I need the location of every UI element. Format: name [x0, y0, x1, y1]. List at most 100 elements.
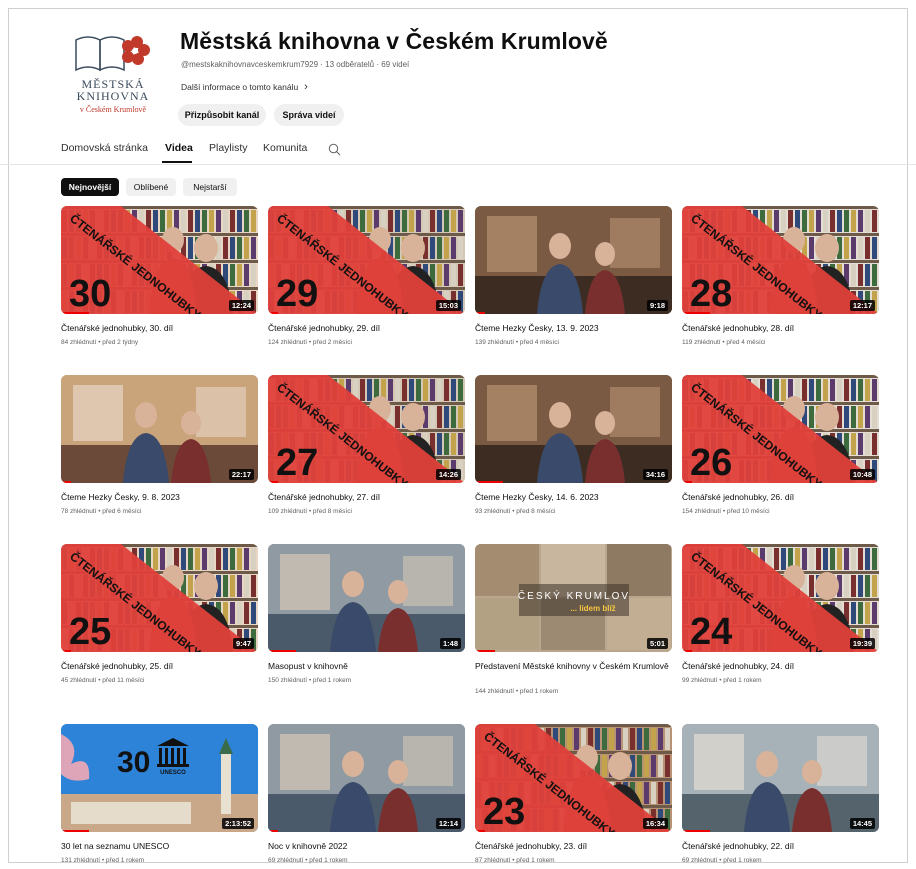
- video-thumbnail[interactable]: ČTENÁŘSKÉ JEDNOHUBKY 24 19:39: [682, 544, 879, 652]
- duration-badge: 22:17: [228, 469, 254, 480]
- watch-progress-bar: [475, 830, 485, 832]
- thumbnail-art: ČTENÁŘSKÉ JEDNOHUBKY23: [475, 724, 672, 832]
- duration-badge: 9:18: [646, 300, 668, 311]
- video-meta: 150 zhlédnutí • před 1 rokem: [268, 677, 352, 684]
- watch-progress-bar: [682, 312, 710, 314]
- duration-badge: 15:03: [435, 300, 461, 311]
- video-title[interactable]: Čtenářské jednohubky, 27. díl: [268, 491, 465, 503]
- video-thumbnail[interactable]: ČTENÁŘSKÉ JEDNOHUBKY 28 12:17: [682, 206, 879, 314]
- channel-logo[interactable]: MĚSTSKÁ KNIHOVNA v Českém Krumlově: [66, 28, 158, 120]
- video-title[interactable]: Čtenářské jednohubky, 22. díl: [682, 840, 879, 852]
- video-meta: 69 zhlédnutí • před 1 rokem: [268, 857, 348, 864]
- chip-oldest[interactable]: Nejstarší: [183, 178, 237, 196]
- unesco-label: UNESCO: [160, 770, 186, 776]
- video-thumbnail[interactable]: 34:16: [475, 375, 672, 483]
- duration-badge: 34:16: [642, 469, 668, 480]
- watch-progress-bar: [682, 481, 692, 483]
- video-title[interactable]: Čtenářské jednohubky, 24. díl: [682, 660, 879, 672]
- video-meta: 119 zhlédnutí • před 4 měsíci: [682, 339, 766, 346]
- thumbnail-art: ČTENÁŘSKÉ JEDNOHUBKY28: [682, 206, 879, 314]
- video-title[interactable]: Čteme Hezky Česky, 9. 8. 2023: [61, 491, 258, 503]
- video-title[interactable]: Čteme Hezky Česky, 13. 9. 2023: [475, 322, 672, 334]
- video-thumbnail[interactable]: 14:45: [682, 724, 879, 832]
- thumbnail-art: ČTENÁŘSKÉ JEDNOHUBKY24: [682, 544, 879, 652]
- episode-number: 30: [69, 273, 111, 314]
- thumbnail-art: [475, 375, 672, 483]
- video-thumbnail[interactable]: ČTENÁŘSKÉ JEDNOHUBKY 30 12:24: [61, 206, 258, 314]
- video-thumbnail[interactable]: 9:18: [475, 206, 672, 314]
- watch-progress-bar: [268, 650, 296, 652]
- thumbnail-art: 30 UNESCO: [61, 724, 258, 832]
- video-title[interactable]: Čteme Hezky Česky, 14. 6. 2023: [475, 491, 672, 503]
- video-title[interactable]: Čtenářské jednohubky, 25. díl: [61, 660, 258, 672]
- video-thumbnail[interactable]: 30 UNESCO 2:13:52: [61, 724, 258, 832]
- tab-community[interactable]: Komunita: [263, 142, 307, 154]
- duration-badge: 1:48: [439, 638, 461, 649]
- video-thumbnail[interactable]: ČTENÁŘSKÉ JEDNOHUBKY 23 16:34: [475, 724, 672, 832]
- video-meta: 109 zhlédnutí • před 8 měsíci: [268, 508, 352, 515]
- logo-line-2: KNIHOVNA: [76, 89, 150, 103]
- video-thumbnail[interactable]: ČESKÝ KRUMLOV ... lidem blíž 5:01: [475, 544, 672, 652]
- video-title[interactable]: Masopust v knihovně: [268, 660, 465, 672]
- thumbnail-art: ČTENÁŘSKÉ JEDNOHUBKY25: [61, 544, 258, 652]
- thumbnail-art: ČTENÁŘSKÉ JEDNOHUBKY29: [268, 206, 465, 314]
- video-meta: 124 zhlédnutí • před 2 měsíci: [268, 339, 352, 346]
- more-info-link[interactable]: Další informace o tomto kanálu ›: [181, 81, 308, 93]
- tab-videos[interactable]: Videa: [165, 142, 193, 154]
- video-thumbnail[interactable]: ČTENÁŘSKÉ JEDNOHUBKY 29 15:03: [268, 206, 465, 314]
- thumbnail-art: [268, 724, 465, 832]
- tab-home[interactable]: Domovská stránka: [61, 142, 148, 154]
- duration-badge: 12:17: [849, 300, 875, 311]
- video-thumbnail[interactable]: ČTENÁŘSKÉ JEDNOHUBKY 26 10:48: [682, 375, 879, 483]
- chip-popular[interactable]: Oblíbené: [126, 178, 176, 196]
- video-thumbnail[interactable]: 12:14: [268, 724, 465, 832]
- duration-badge: 9:47: [232, 638, 254, 649]
- thumbnail-art: [475, 206, 672, 314]
- krumlov-title: ČESKÝ KRUMLOV: [518, 589, 630, 602]
- video-title[interactable]: 30 let na seznamu UNESCO: [61, 840, 258, 852]
- channel-meta: @mestskaknihovnavceskemkrum7929 · 13 odb…: [181, 60, 410, 69]
- video-meta: 144 zhlédnutí • před 1 rokem: [475, 688, 559, 695]
- video-meta: 99 zhlédnutí • před 1 rokem: [682, 677, 762, 684]
- video-meta: 93 zhlédnutí • před 8 měsíci: [475, 508, 556, 515]
- thumbnail-art: ČESKÝ KRUMLOV ... lidem blíž: [475, 544, 672, 652]
- logo-line-3: v Českém Krumlově: [79, 105, 147, 114]
- episode-number: 27: [276, 442, 318, 483]
- thumbnail-art: [268, 544, 465, 652]
- video-title[interactable]: Čtenářské jednohubky, 29. díl: [268, 322, 465, 334]
- video-title[interactable]: Představení Městské knihovny v Českém Kr…: [475, 660, 672, 672]
- video-thumbnail[interactable]: ČTENÁŘSKÉ JEDNOHUBKY 27 14:26: [268, 375, 465, 483]
- watch-progress-bar: [475, 481, 503, 483]
- video-title[interactable]: Čtenářské jednohubky, 26. díl: [682, 491, 879, 503]
- duration-badge: 14:45: [849, 818, 875, 829]
- krumlov-subtitle: ... lidem blíž: [570, 604, 615, 613]
- thumbnail-art: [682, 724, 879, 832]
- watch-progress-bar: [682, 650, 692, 652]
- episode-number: 26: [690, 442, 732, 483]
- channel-title: Městská knihovna v Českém Krumlově: [180, 28, 608, 54]
- active-tab-indicator: [162, 161, 192, 163]
- search-icon[interactable]: [328, 143, 341, 156]
- thumbnail-art: ČTENÁŘSKÉ JEDNOHUBKY26: [682, 375, 879, 483]
- duration-badge: 10:48: [849, 469, 875, 480]
- manage-videos-button[interactable]: Správa videí: [274, 104, 344, 126]
- video-thumbnail[interactable]: 22:17: [61, 375, 258, 483]
- watch-progress-bar: [61, 312, 89, 314]
- video-title[interactable]: Čtenářské jednohubky, 23. díl: [475, 840, 672, 852]
- video-title[interactable]: Čtenářské jednohubky, 28. díl: [682, 322, 879, 334]
- tab-playlists[interactable]: Playlisty: [209, 142, 248, 154]
- video-thumbnail[interactable]: 1:48: [268, 544, 465, 652]
- duration-badge: 14:26: [435, 469, 461, 480]
- book-flower-icon: [75, 36, 150, 72]
- video-title[interactable]: Čtenářské jednohubky, 30. díl: [61, 322, 258, 334]
- chip-newest[interactable]: Nejnovější: [61, 178, 119, 196]
- chevron-right-icon: ›: [304, 81, 308, 93]
- duration-badge: 12:24: [228, 300, 254, 311]
- customize-channel-button[interactable]: Přizpůsobit kanál: [178, 104, 266, 126]
- video-title[interactable]: Noc v knihovně 2022: [268, 840, 465, 852]
- duration-badge: 19:39: [849, 638, 875, 649]
- more-info-label: Další informace o tomto kanálu: [181, 82, 299, 92]
- duration-badge: 5:01: [646, 638, 668, 649]
- video-meta: 131 zhlédnutí • před 1 rokem: [61, 857, 145, 864]
- video-thumbnail[interactable]: ČTENÁŘSKÉ JEDNOHUBKY 25 9:47: [61, 544, 258, 652]
